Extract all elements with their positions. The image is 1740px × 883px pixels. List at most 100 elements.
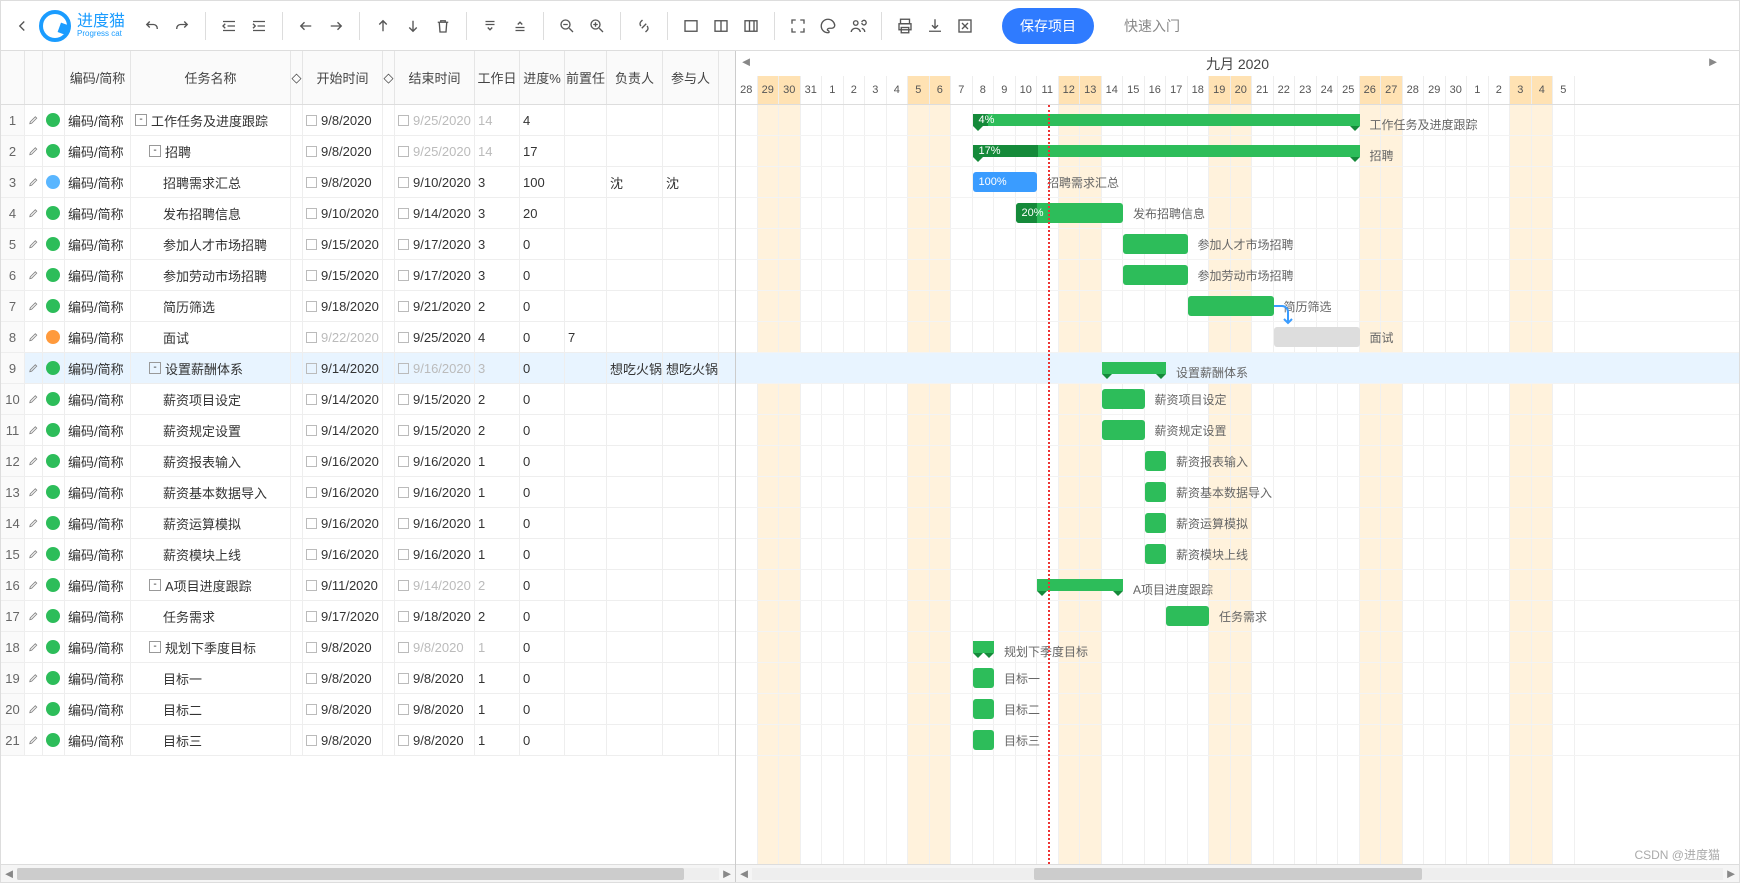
gantt-bar[interactable]: 薪资规定设置 xyxy=(1102,420,1145,440)
gantt-bar[interactable]: 薪资项目设定 xyxy=(1102,389,1145,409)
cell-pred[interactable] xyxy=(565,570,607,600)
cell-pred[interactable] xyxy=(565,601,607,631)
cell-progress[interactable]: 0 xyxy=(520,725,565,755)
expand-icon[interactable] xyxy=(507,13,533,39)
cell-end[interactable]: 9/25/2020 xyxy=(395,136,475,166)
table-row[interactable]: 7编码/简称简历筛选9/18/20209/21/202020 xyxy=(1,291,735,322)
col-name[interactable]: 任务名称 xyxy=(131,51,291,104)
cell-progress[interactable]: 0 xyxy=(520,229,565,259)
cell-start[interactable]: 9/16/2020 xyxy=(303,446,383,476)
timeline-next-icon[interactable]: ► xyxy=(1705,53,1721,69)
cell-code[interactable]: 编码/简称 xyxy=(65,136,131,166)
cell-owner[interactable] xyxy=(607,539,663,569)
table-row[interactable]: 21编码/简称目标三9/8/20209/8/202010 xyxy=(1,725,735,756)
collapse-icon[interactable] xyxy=(477,13,503,39)
table-row[interactable]: 8编码/简称面试9/22/20209/25/2020407 xyxy=(1,322,735,353)
table-row[interactable]: 9编码/简称-设置薪酬体系9/14/20209/16/202030想吃火锅想吃火… xyxy=(1,353,735,384)
cell-name[interactable]: 薪资运算模拟 xyxy=(131,508,291,538)
timeline-prev-icon[interactable]: ◄ xyxy=(738,53,754,69)
cell-code[interactable]: 编码/简称 xyxy=(65,725,131,755)
cell-progress[interactable]: 0 xyxy=(520,322,565,352)
gantt-bar[interactable]: 薪资模块上线 xyxy=(1145,544,1167,564)
cell-name[interactable]: 目标二 xyxy=(131,694,291,724)
cell-code[interactable]: 编码/简称 xyxy=(65,415,131,445)
cell-end[interactable]: 9/17/2020 xyxy=(395,260,475,290)
cell-pred[interactable] xyxy=(565,229,607,259)
cell-owner[interactable] xyxy=(607,508,663,538)
cell-start[interactable]: 9/14/2020 xyxy=(303,415,383,445)
gantt-bar[interactable]: 参加劳动市场招聘 xyxy=(1123,265,1188,285)
cell-participant[interactable] xyxy=(663,601,719,631)
cell-end[interactable]: 9/15/2020 xyxy=(395,384,475,414)
cell-end[interactable]: 9/16/2020 xyxy=(395,539,475,569)
cell-name[interactable]: -A项目进度跟踪 xyxy=(131,570,291,600)
edit-icon[interactable] xyxy=(25,291,43,321)
cell-progress[interactable]: 0 xyxy=(520,694,565,724)
edit-icon[interactable] xyxy=(25,105,43,135)
layout-3-icon[interactable] xyxy=(738,13,764,39)
cell-end[interactable]: 9/8/2020 xyxy=(395,725,475,755)
cell-start[interactable]: 9/8/2020 xyxy=(303,694,383,724)
cell-progress[interactable]: 0 xyxy=(520,539,565,569)
gantt-bar[interactable]: 20%发布招聘信息 xyxy=(1016,203,1124,223)
cell-code[interactable]: 编码/简称 xyxy=(65,291,131,321)
cell-progress[interactable]: 0 xyxy=(520,601,565,631)
cell-start[interactable]: 9/16/2020 xyxy=(303,539,383,569)
cell-workdays[interactable]: 1 xyxy=(475,446,520,476)
cell-start[interactable]: 9/18/2020 xyxy=(303,291,383,321)
cell-start[interactable]: 9/15/2020 xyxy=(303,229,383,259)
edit-icon[interactable] xyxy=(25,415,43,445)
cell-owner[interactable] xyxy=(607,601,663,631)
table-row[interactable]: 18编码/简称-规划下季度目标9/8/20209/8/202010 xyxy=(1,632,735,663)
cell-workdays[interactable]: 2 xyxy=(475,384,520,414)
cell-participant[interactable] xyxy=(663,539,719,569)
edit-icon[interactable] xyxy=(25,167,43,197)
cell-workdays[interactable]: 2 xyxy=(475,570,520,600)
gantt-bar[interactable]: A项目进度跟踪 xyxy=(1037,579,1123,591)
cell-end[interactable]: 9/25/2020 xyxy=(395,105,475,135)
gantt-bar[interactable]: 任务需求 xyxy=(1166,606,1209,626)
cell-pred[interactable] xyxy=(565,663,607,693)
download-icon[interactable] xyxy=(922,13,948,39)
cell-code[interactable]: 编码/简称 xyxy=(65,508,131,538)
edit-icon[interactable] xyxy=(25,229,43,259)
cell-workdays[interactable]: 1 xyxy=(475,539,520,569)
cell-name[interactable]: 简历筛选 xyxy=(131,291,291,321)
edit-icon[interactable] xyxy=(25,632,43,662)
cell-name[interactable]: 薪资模块上线 xyxy=(131,539,291,569)
cell-end[interactable]: 9/15/2020 xyxy=(395,415,475,445)
gantt-bar[interactable]: 目标二 xyxy=(973,699,995,719)
cell-name[interactable]: 薪资项目设定 xyxy=(131,384,291,414)
cell-owner[interactable] xyxy=(607,570,663,600)
cell-end[interactable]: 9/8/2020 xyxy=(395,694,475,724)
cell-start[interactable]: 9/16/2020 xyxy=(303,508,383,538)
move-left-icon[interactable] xyxy=(293,13,319,39)
cell-owner[interactable] xyxy=(607,446,663,476)
cell-progress[interactable]: 0 xyxy=(520,632,565,662)
cell-end[interactable]: 9/18/2020 xyxy=(395,601,475,631)
layout-2-icon[interactable] xyxy=(708,13,734,39)
edit-icon[interactable] xyxy=(25,539,43,569)
col-pred[interactable]: 前置任 xyxy=(565,51,607,104)
tree-toggle-icon[interactable]: - xyxy=(149,641,161,653)
cell-pred[interactable] xyxy=(565,415,607,445)
cell-progress[interactable]: 0 xyxy=(520,508,565,538)
cell-participant[interactable] xyxy=(663,508,719,538)
cell-workdays[interactable]: 3 xyxy=(475,229,520,259)
cell-participant[interactable] xyxy=(663,694,719,724)
save-project-button[interactable]: 保存项目 xyxy=(1002,8,1094,44)
table-row[interactable]: 6编码/简称参加劳动市场招聘9/15/20209/17/202030 xyxy=(1,260,735,291)
cell-participant[interactable] xyxy=(663,632,719,662)
cell-start[interactable]: 9/16/2020 xyxy=(303,477,383,507)
cell-name[interactable]: -工作任务及进度跟踪 xyxy=(131,105,291,135)
cell-end[interactable]: 9/14/2020 xyxy=(395,198,475,228)
cell-code[interactable]: 编码/简称 xyxy=(65,167,131,197)
col-owner[interactable]: 负责人 xyxy=(607,51,663,104)
cell-owner[interactable] xyxy=(607,663,663,693)
cell-participant[interactable] xyxy=(663,229,719,259)
cell-name[interactable]: 发布招聘信息 xyxy=(131,198,291,228)
gantt-bar[interactable]: 规划下季度目标 xyxy=(973,641,995,653)
cell-code[interactable]: 编码/简称 xyxy=(65,477,131,507)
cell-name[interactable]: 薪资基本数据导入 xyxy=(131,477,291,507)
cell-workdays[interactable]: 3 xyxy=(475,198,520,228)
